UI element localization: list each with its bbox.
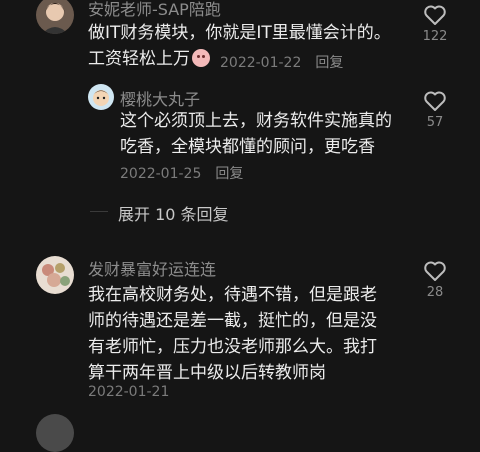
comment-line: 吃香，全模块都懂的顾问，更吃香	[120, 137, 375, 157]
comment-date: 2022-01-22	[220, 55, 302, 71]
expand-replies-button[interactable]: 展开 10 条回复	[118, 201, 229, 225]
avatar[interactable]	[88, 84, 114, 110]
comment-meta: 2022-01-21	[88, 384, 169, 400]
like-button[interactable]: 28	[415, 260, 455, 300]
comment-text: 我在高校财务处，待遇不错，但是跟老 师的待遇还是差一截，挺忙的，但是没 有老师忙…	[88, 282, 377, 386]
comment-text: 这个必须顶上去，财务软件实施真的 吃香，全模块都懂的顾问，更吃香	[120, 108, 392, 160]
comment-line: 师的待遇还是差一截，挺忙的，但是没	[88, 311, 377, 331]
commenter-name[interactable]: 樱桃大丸子	[120, 86, 200, 110]
comment-line-text: 工资轻松上万	[88, 49, 190, 69]
comment-meta: 2022-01-22 回复	[220, 52, 343, 72]
avatar[interactable]	[36, 0, 74, 34]
like-count: 57	[426, 115, 444, 130]
comment-line: 算干两年晋上中级以后转教师岗	[88, 363, 326, 383]
like-button[interactable]: 57	[415, 90, 455, 130]
comment-meta: 2022-01-25 回复	[120, 163, 243, 183]
comment-item: 安妮老师-SAP陪跑 做IT财务模块，你就是IT里最懂会计的。 工资轻松上万 2…	[0, 0, 480, 78]
expand-divider	[90, 211, 108, 212]
comment-item: 发财暴富好运连连 我在高校财务处，待遇不错，但是跟老 师的待遇还是差一截，挺忙的…	[0, 250, 480, 424]
comment-date: 2022-01-21	[88, 384, 170, 400]
comment-line: 这个必须顶上去，财务软件实施真的	[120, 111, 392, 131]
comment-line: 有老师忙，压力也没老师那么大。我打	[88, 337, 377, 357]
like-count: 122	[422, 29, 448, 44]
heart-icon	[424, 5, 446, 25]
like-button[interactable]: 122	[415, 4, 455, 44]
avatar[interactable]	[36, 256, 74, 294]
comment-line: 我在高校财务处，待遇不错，但是跟老	[88, 285, 377, 305]
reply-button[interactable]: 回复	[215, 166, 243, 182]
comment-line: 做IT财务模块，你就是IT里最懂会计的。	[88, 23, 391, 43]
reply-item: 樱桃大丸子 这个必须顶上去，财务软件实施真的 吃香，全模块都懂的顾问，更吃香 2…	[0, 80, 480, 190]
heart-icon	[424, 261, 446, 281]
avatar[interactable]	[36, 414, 74, 452]
crying-face-icon	[192, 49, 210, 67]
like-count: 28	[426, 285, 444, 300]
reply-button[interactable]: 回复	[315, 55, 343, 71]
commenter-name[interactable]: 发财暴富好运连连	[88, 256, 216, 280]
comment-date: 2022-01-25	[120, 166, 202, 182]
commenter-name[interactable]: 安妮老师-SAP陪跑	[88, 0, 221, 20]
heart-icon	[424, 91, 446, 111]
